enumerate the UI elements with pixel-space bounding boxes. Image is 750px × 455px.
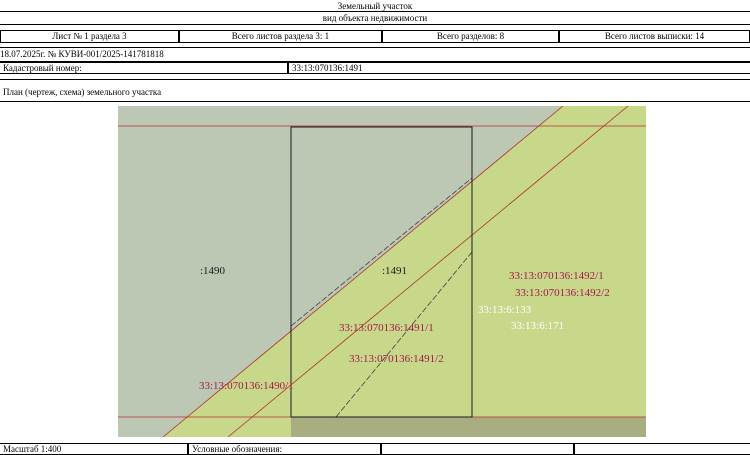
road-strip — [291, 417, 646, 437]
extract-reference: 18.07.2025г. № КУВИ-001/2025-141781818 — [0, 49, 164, 59]
legend-cell — [574, 443, 750, 455]
cadastral-label: Кадастровый номер: — [0, 62, 288, 74]
part-label-1490-1: 33:13:070136:1490/1 — [199, 380, 294, 392]
sheets-in-section: Всего листов раздела 3: 1 — [179, 30, 382, 43]
sheets-total: Всего листов выписки: 14 — [559, 30, 750, 43]
part-label-1492-1: 33:13:070136:1492/1 — [509, 270, 604, 282]
footer-row: Масштаб 1:400 Условные обозначения: — [0, 443, 750, 455]
divider — [0, 79, 750, 80]
part-label-1491-2: 33:13:070136:1491/2 — [349, 353, 444, 365]
divider — [0, 24, 750, 25]
parcel-label-6-171: 33:13:6:171 — [511, 320, 565, 332]
divider — [0, 47, 750, 48]
divider — [0, 101, 750, 102]
parcel-label-1490: :1490 — [200, 265, 226, 277]
cadastral-number: 33:13:070136:1491 — [288, 62, 750, 74]
plan-title: План (чертеж, схема) земельного участка — [3, 87, 162, 97]
cadastral-row: Кадастровый номер: 33:13:070136:1491 — [0, 62, 750, 74]
sheet-number: Лист № 1 раздела 3 — [0, 30, 179, 43]
document-subtitle: вид объекта недвижимости — [322, 13, 428, 23]
map-scale: Масштаб 1:400 — [0, 443, 188, 455]
parcel-label-6-133: 33:13:6:133 — [478, 304, 532, 316]
legend-label: Условные обозначения: — [188, 443, 381, 455]
land-plot-map: :1490 :1491 33:13:070136:1492/1 33:13:07… — [118, 106, 646, 437]
legend-cell — [381, 443, 574, 455]
part-label-1492-2: 33:13:070136:1492/2 — [515, 287, 610, 299]
part-label-1491-1: 33:13:070136:1491/1 — [339, 322, 434, 334]
sections-count: Всего разделов: 8 — [382, 30, 559, 43]
parcel-label-1491: :1491 — [382, 265, 408, 277]
sheet-info-row: Лист № 1 раздела 3 Всего листов раздела … — [0, 30, 750, 43]
